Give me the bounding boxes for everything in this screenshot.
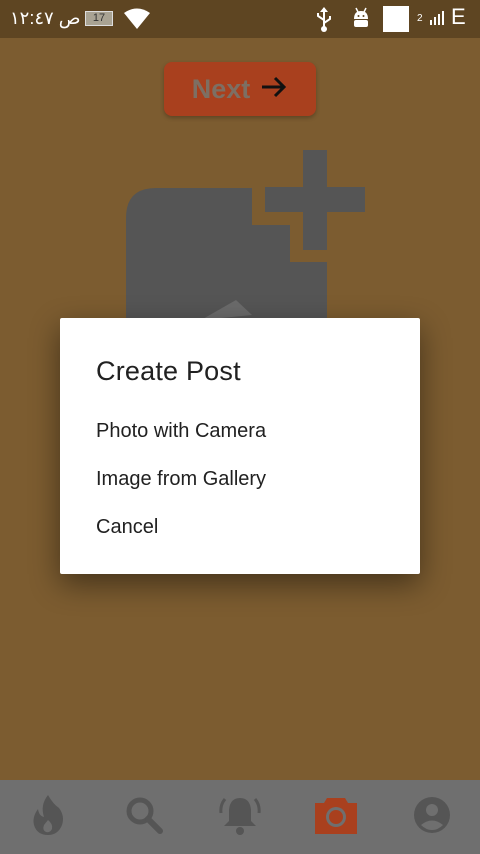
create-post-dialog: Create Post Photo with Camera Image from… bbox=[60, 318, 420, 574]
network-type: E bbox=[451, 4, 466, 29]
option-image-gallery[interactable]: Image from Gallery bbox=[96, 468, 266, 491]
option-photo-camera[interactable]: Photo with Camera bbox=[96, 420, 266, 443]
search-icon bbox=[125, 796, 163, 839]
nav-camera[interactable] bbox=[311, 792, 361, 842]
android-icon bbox=[351, 7, 371, 36]
battery-icon: 17 bbox=[85, 11, 113, 26]
usb-icon bbox=[314, 6, 334, 37]
nav-fire[interactable] bbox=[23, 792, 73, 842]
status-bar: ص ١٢:٤٧ 17 2 E bbox=[0, 0, 480, 38]
fire-icon bbox=[31, 794, 65, 841]
signal-icon bbox=[430, 9, 446, 30]
dialog-title: Create Post bbox=[96, 356, 241, 386]
nav-account[interactable] bbox=[407, 792, 457, 842]
bottom-navigation bbox=[0, 780, 480, 854]
camera-icon bbox=[313, 795, 359, 840]
notification-square bbox=[383, 6, 409, 32]
nav-notifications[interactable] bbox=[215, 792, 265, 842]
signal-label: 2 bbox=[417, 13, 423, 24]
nav-search[interactable] bbox=[119, 792, 169, 842]
account-icon bbox=[413, 796, 451, 839]
option-cancel[interactable]: Cancel bbox=[96, 516, 158, 539]
notifications-icon bbox=[219, 794, 261, 841]
status-time: ص ١٢:٤٧ bbox=[10, 8, 81, 28]
wifi-icon bbox=[123, 7, 151, 36]
